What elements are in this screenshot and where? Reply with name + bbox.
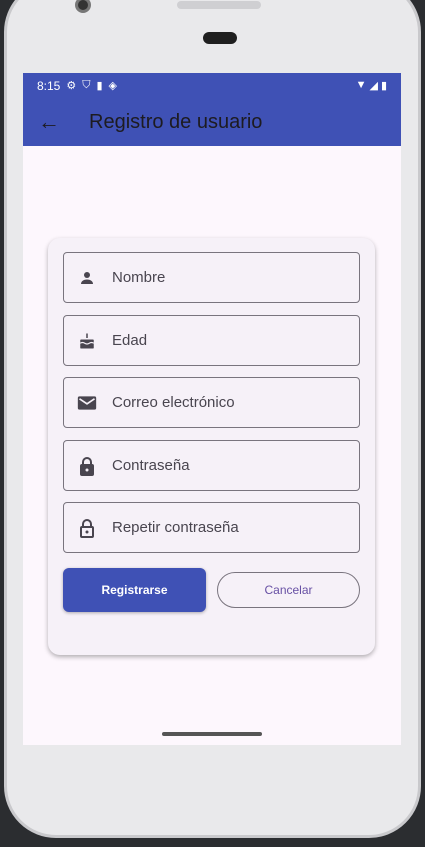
camera	[75, 0, 91, 13]
lock-outline-icon	[64, 518, 110, 538]
email-icon	[64, 394, 110, 412]
password-label: Contraseña	[112, 457, 190, 474]
vpn-icon: ◈	[108, 80, 118, 92]
repeat-password-field[interactable]: Repetir contraseña	[63, 502, 360, 553]
person-icon	[64, 269, 110, 287]
registration-card: Nombre Edad Correo electrónico Contraseñ…	[48, 238, 375, 655]
page-title: Registro de usuario	[89, 110, 263, 133]
status-time: 8:15	[37, 78, 61, 93]
status-bar: 8:15 ⚙ ⛉ ▮ ◈ ▼ ◢ ▮	[23, 73, 401, 98]
lock-icon	[64, 456, 110, 476]
name-label: Nombre	[112, 269, 166, 286]
email-field[interactable]: Correo electrónico	[63, 377, 360, 428]
shield-icon: ⛉	[82, 79, 91, 91]
settings-icon: ⚙	[66, 80, 77, 92]
wifi-icon: ▼	[355, 79, 367, 91]
screen: 8:15 ⚙ ⛉ ▮ ◈ ▼ ◢ ▮ ← Registro de usuario…	[23, 73, 401, 745]
cancel-button[interactable]: Cancelar	[217, 572, 360, 608]
sd-card-icon: ▮	[96, 80, 103, 92]
signal-icon: ◢	[369, 80, 378, 92]
password-field[interactable]: Contraseña	[63, 440, 360, 491]
age-field[interactable]: Edad	[63, 315, 360, 366]
app-bar: ← Registro de usuario	[23, 98, 401, 146]
cake-icon	[64, 331, 110, 351]
gesture-nav-handle[interactable]	[162, 732, 262, 736]
name-field[interactable]: Nombre	[63, 252, 360, 303]
age-label: Edad	[112, 332, 148, 349]
register-button[interactable]: Registrarse	[63, 568, 206, 612]
repeat-password-label: Repetir contraseña	[112, 519, 239, 536]
sensor	[203, 32, 237, 44]
email-label: Correo electrónico	[112, 394, 235, 411]
battery-icon: ▮	[380, 80, 387, 92]
arrow-back-icon[interactable]: ←	[23, 109, 75, 135]
speaker	[177, 1, 261, 9]
